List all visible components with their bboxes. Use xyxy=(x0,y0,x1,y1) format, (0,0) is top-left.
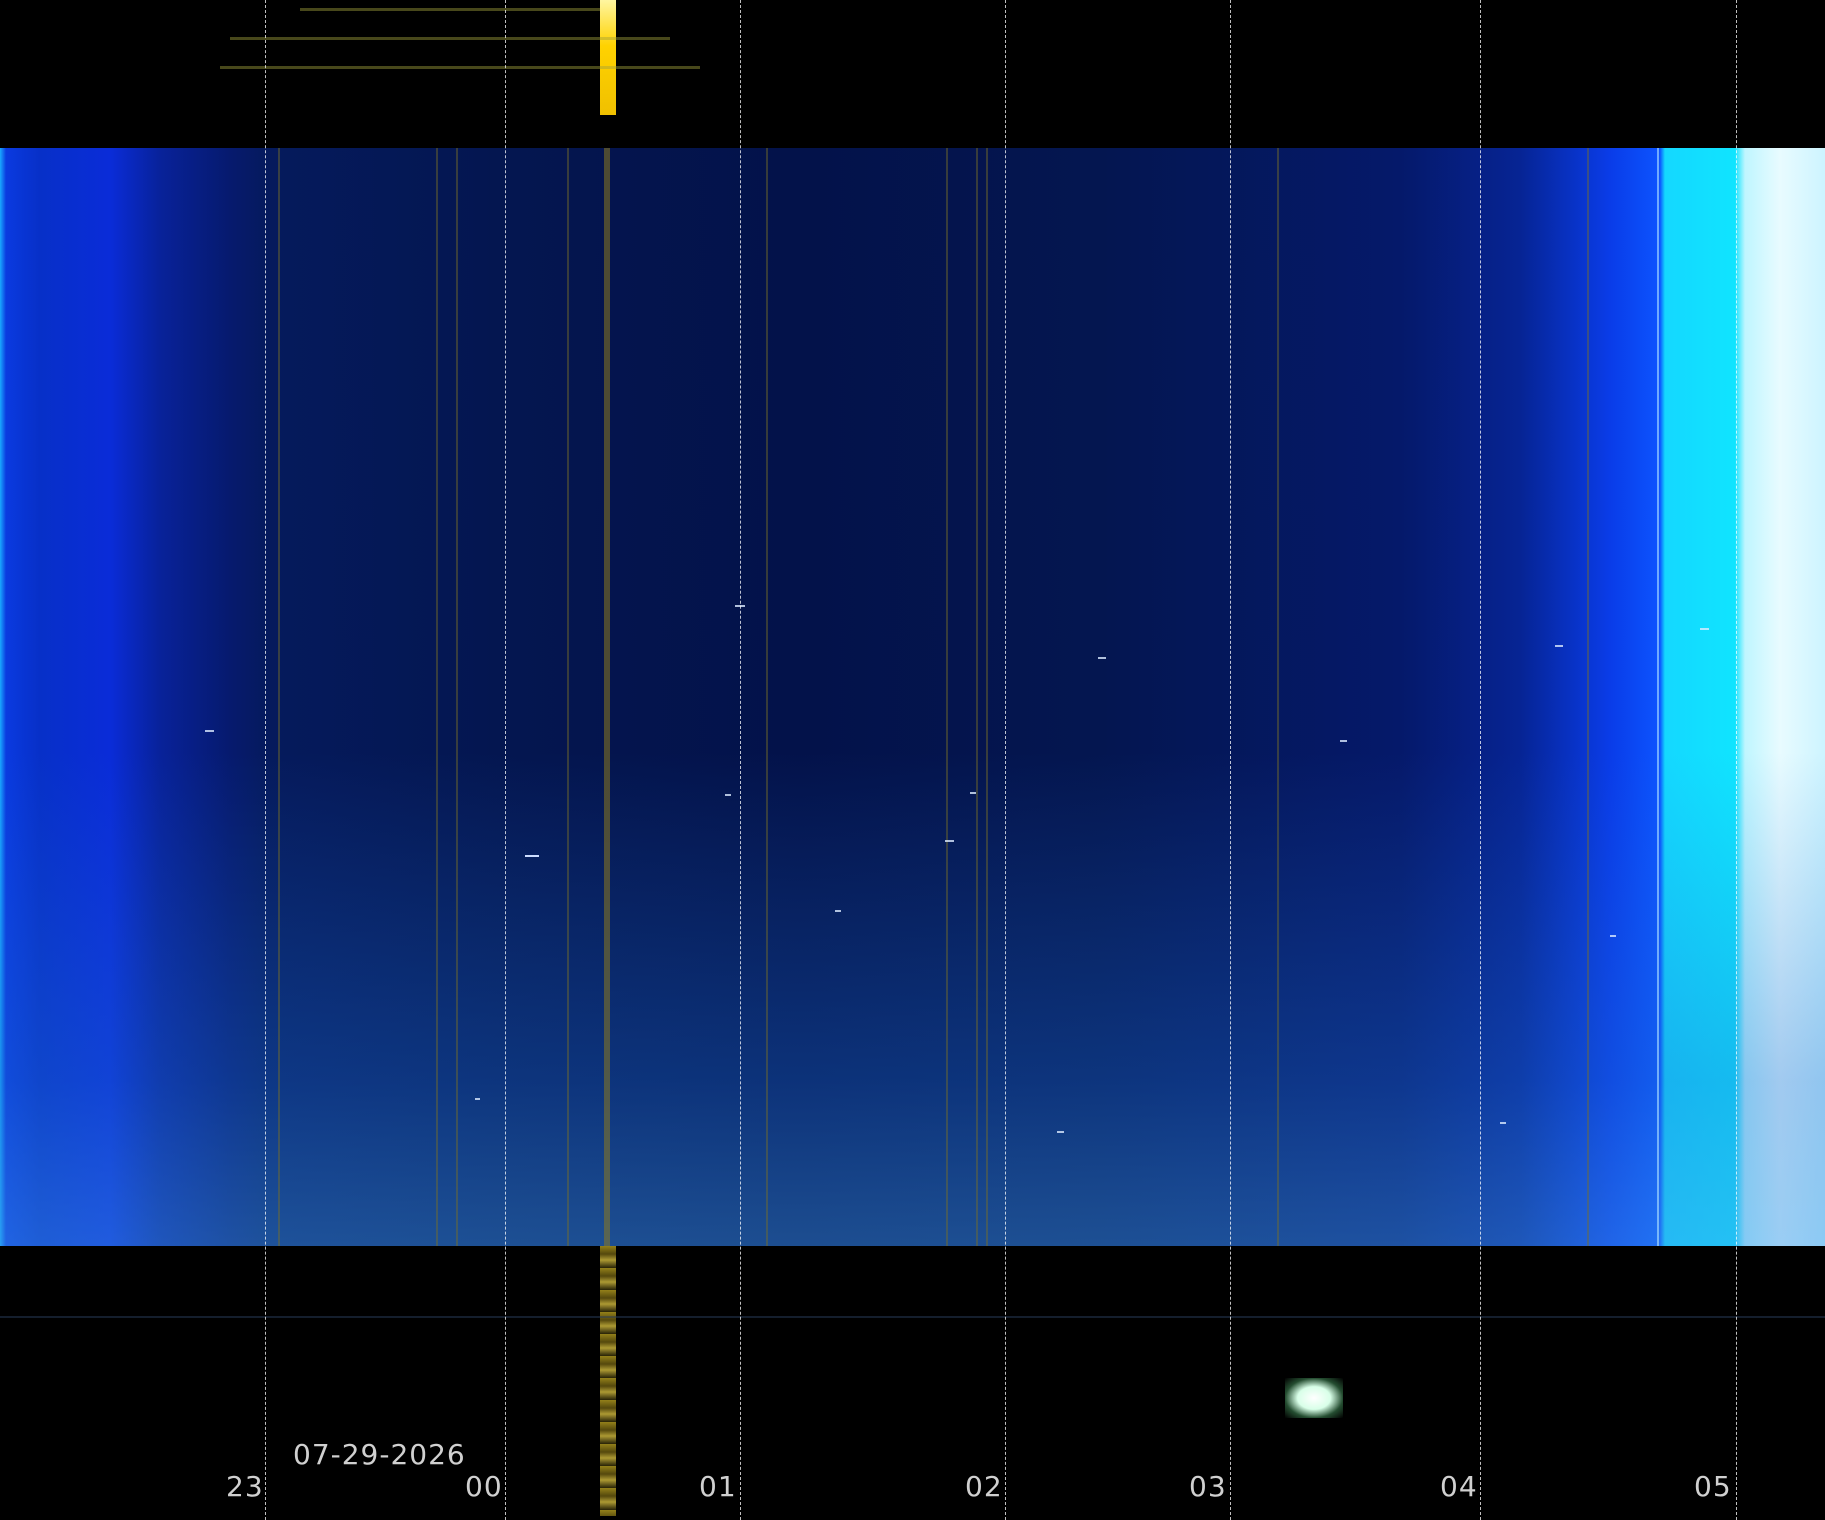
hour-gridline xyxy=(740,0,741,1520)
sky-stripe xyxy=(1277,148,1279,1246)
star-trail xyxy=(725,794,731,796)
star-trail xyxy=(1098,657,1106,659)
hour-gridline xyxy=(1736,0,1737,1520)
star-trail xyxy=(970,792,976,794)
moon-streak xyxy=(604,148,610,1246)
hour-gridline xyxy=(505,0,506,1520)
ground-light xyxy=(1285,1378,1343,1418)
hour-label: 01 xyxy=(699,1470,737,1503)
hour-gridline xyxy=(1230,0,1231,1520)
star-trail xyxy=(1700,628,1709,630)
star-trail xyxy=(475,1098,480,1100)
star-trail xyxy=(1555,645,1563,647)
sky-stripe xyxy=(766,148,768,1246)
top-streak xyxy=(230,37,670,40)
hour-label: 23 xyxy=(226,1470,264,1503)
hour-gridline xyxy=(1005,0,1006,1520)
hour-label: 04 xyxy=(1440,1470,1478,1503)
hour-label: 03 xyxy=(1189,1470,1227,1503)
hour-gridline xyxy=(1480,0,1481,1520)
star-trail xyxy=(1610,935,1616,937)
night-sky-band xyxy=(0,148,1825,1246)
star-trail xyxy=(1340,740,1347,742)
sky-stripe xyxy=(1657,148,1659,1246)
sky-stripe xyxy=(976,148,978,1246)
date-label: 07-29-2026 xyxy=(293,1438,466,1471)
sky-stripe xyxy=(986,148,988,1246)
star-trail xyxy=(1057,1131,1064,1133)
star-trail xyxy=(205,730,214,732)
bottom-streak xyxy=(0,1316,1825,1318)
sky-stripe xyxy=(456,148,458,1246)
star-trail xyxy=(835,910,841,912)
top-streak xyxy=(220,66,700,69)
hour-label: 00 xyxy=(465,1470,503,1503)
keogram-image: 07-29-2026 23 00 01 02 03 04 05 xyxy=(0,0,1825,1520)
hour-label: 02 xyxy=(965,1470,1003,1503)
sky-stripe xyxy=(278,148,280,1246)
moon-streak xyxy=(600,0,616,115)
sky-stripe xyxy=(436,148,438,1246)
star-trail xyxy=(1500,1122,1506,1124)
star-trail xyxy=(525,855,539,857)
sky-stripe xyxy=(946,148,948,1246)
sky-stripe xyxy=(567,148,569,1246)
hour-label: 05 xyxy=(1694,1470,1732,1503)
sky-stripe xyxy=(1587,148,1589,1246)
moon-streak xyxy=(600,1246,616,1516)
hour-gridline xyxy=(265,0,266,1520)
top-streak xyxy=(300,8,600,11)
star-trail xyxy=(945,840,954,842)
